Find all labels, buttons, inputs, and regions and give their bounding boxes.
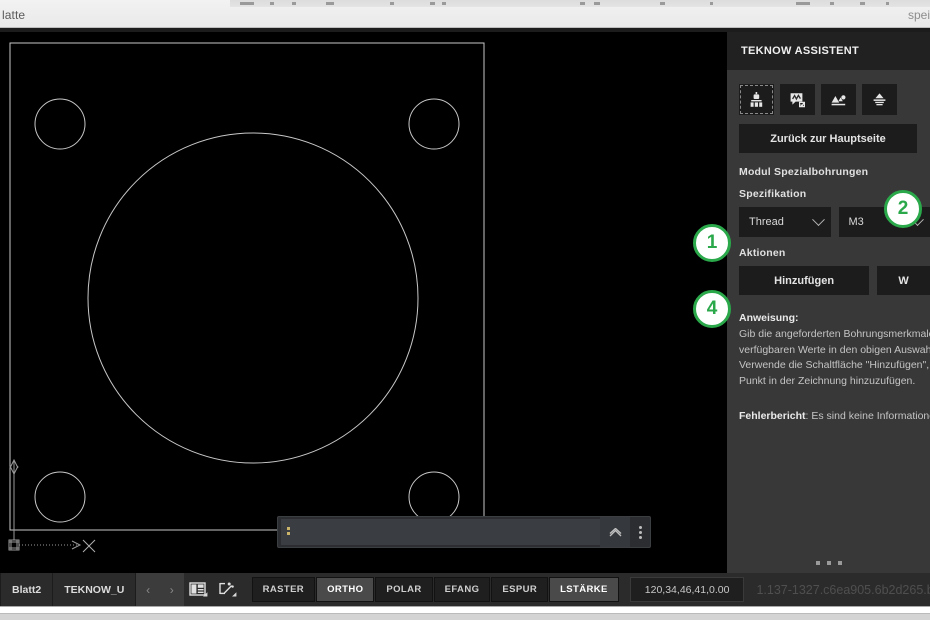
toggle-raster[interactable]: RASTER (251, 577, 316, 602)
back-to-mainpage-button[interactable]: Zurück zur Hauptseite (739, 124, 917, 153)
chat-annotate-icon[interactable] (780, 84, 815, 115)
status-icon-group (183, 573, 242, 606)
kebab-menu-icon[interactable] (630, 517, 650, 547)
crosshair-cursor (82, 539, 96, 553)
chevron-up-icon[interactable] (600, 517, 630, 547)
robot-assistant-icon[interactable] (739, 84, 774, 115)
corner-hole-top-right (408, 98, 460, 150)
ribbon-tick (240, 2, 254, 5)
upload-stack-icon[interactable] (862, 84, 897, 115)
application-titlebar: latte spei (0, 0, 930, 28)
layout-tab-teknow[interactable]: TEKNOW_U (53, 573, 137, 606)
instruction-line: Punkt in der Zeichnung hinzuzufügen. (739, 374, 916, 387)
instruction-line: Gib die angeforderten Bohrungsmerkmale (739, 328, 930, 340)
ribbon-tick (796, 2, 810, 5)
resize-grip-icon[interactable] (727, 561, 930, 565)
ribbon-tick (430, 2, 435, 5)
ribbon-tick (660, 2, 665, 5)
command-prompt-icon (287, 527, 290, 538)
status-bar: Blatt2 TEKNOW_U ‹ › RASTER ORTHO POLAR E… (0, 573, 930, 606)
ribbon-tick (292, 2, 296, 5)
error-report-heading: Fehlerbericht (739, 410, 806, 422)
actions-label: Aktionen (739, 247, 786, 259)
instruction-block: Anweisung: Gib die angeforderten Bohrung… (739, 312, 930, 389)
chevron-left-icon[interactable]: ‹ (146, 583, 150, 597)
actions-row: Hinzufügen W (739, 266, 930, 295)
corner-hole-top-left (34, 98, 86, 150)
shapes-icon[interactable] (821, 84, 856, 115)
coordinate-readout[interactable]: 120,34,46,41,0.00 (629, 577, 745, 602)
spec-type-value: Thread (749, 216, 784, 228)
spec-type-select[interactable]: Thread (739, 207, 831, 237)
add-button[interactable]: Hinzufügen (739, 266, 870, 295)
instruction-line: Verwende die Schaltfläche "Hinzufügen", … (739, 359, 930, 371)
toggle-polar[interactable]: POLAR (375, 577, 433, 602)
instruction-heading: Anweisung: (739, 312, 799, 324)
command-line-bar[interactable] (277, 516, 651, 548)
ribbon-tick (594, 2, 600, 5)
cad-drawing-area[interactable] (0, 32, 727, 573)
layout-tab-nav: ‹ › (136, 573, 184, 606)
layout-model-icon[interactable] (183, 573, 213, 606)
drafting-toggles: RASTER ORTHO POLAR EFANG ESPUR LSTÄRKE (251, 573, 620, 606)
error-report-text: : Es sind keine Informatione (805, 410, 930, 422)
teknow-assistant-panel: TEKNOW ASSISTENT Zurück zur Hauptseite M… (727, 32, 930, 573)
page-background-bottom-edge (0, 613, 930, 620)
plate-outline (9, 42, 485, 531)
ribbon-tick (580, 2, 585, 5)
error-report-block: Fehlerbericht: Es sind keine Information… (739, 406, 930, 424)
ribbon-tick (710, 2, 713, 5)
toggle-lstaerke[interactable]: LSTÄRKE (549, 577, 619, 602)
chevron-right-icon[interactable]: › (170, 583, 174, 597)
titlebar-right-label: spei (907, 8, 930, 22)
assistant-toolbar (739, 84, 930, 115)
callout-badge-1: 1 (693, 224, 731, 262)
ribbon-tick (442, 2, 446, 5)
ribbon-tick (830, 2, 834, 5)
ribbon-tick (390, 2, 394, 5)
corner-hole-bottom-left (34, 471, 86, 523)
corner-hole-bottom-right (408, 471, 460, 523)
session-id-label: 1.137-1327.c6ea905.6b2d265.be11dca.d0 (756, 582, 930, 597)
cad-drawing-svg (8, 42, 485, 553)
callout-badge-2: 2 (884, 190, 922, 228)
chevron-down-icon (811, 212, 825, 226)
second-action-button[interactable]: W (877, 266, 930, 295)
command-input[interactable] (281, 519, 600, 545)
layout-tab-blatt2[interactable]: Blatt2 (0, 573, 54, 606)
ribbon-tick (326, 2, 334, 5)
annotation-scale-icon[interactable] (212, 573, 242, 606)
spec-size-value: M3 (848, 216, 864, 228)
titlebar-left-label: latte (2, 8, 26, 22)
center-bore-circle (87, 132, 419, 464)
toggle-efang[interactable]: EFANG (433, 577, 491, 602)
ribbon-tick (886, 2, 889, 5)
ribbon-strip-cropped (230, 0, 930, 7)
instruction-line: verfügbaren Werte in den obigen Auswahl (739, 343, 930, 356)
module-label: Modul Spezialbohrungen (739, 166, 869, 178)
callout-badge-4: 4 (693, 290, 731, 328)
assistant-panel-header: TEKNOW ASSISTENT (727, 32, 930, 70)
ribbon-tick (860, 2, 865, 5)
ribbon-tick (270, 2, 274, 5)
assistant-title: TEKNOW ASSISTENT (741, 45, 860, 57)
toggle-ortho[interactable]: ORTHO (316, 577, 375, 602)
toggle-espur[interactable]: ESPUR (491, 577, 549, 602)
